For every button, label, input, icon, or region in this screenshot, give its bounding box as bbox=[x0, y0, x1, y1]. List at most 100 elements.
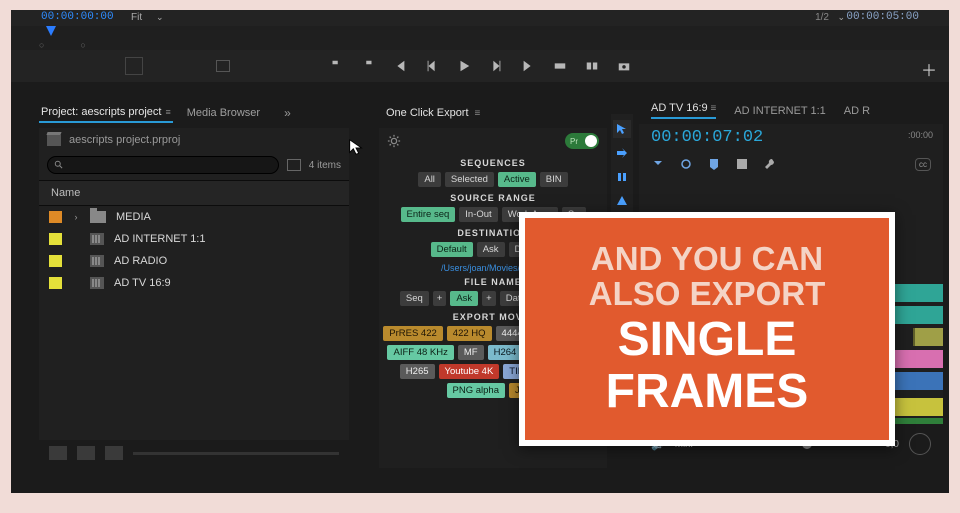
export-frame-button[interactable] bbox=[616, 58, 632, 74]
track-select-tool[interactable] bbox=[613, 144, 631, 162]
overlay-line1a: AND YOU CAN bbox=[591, 242, 823, 277]
timeline-tab[interactable]: AD R bbox=[844, 105, 870, 117]
option-pill[interactable]: MF bbox=[458, 345, 484, 360]
resolution-caret-icon[interactable]: ⌄ bbox=[837, 12, 845, 23]
tab-media-browser[interactable]: Media Browser bbox=[185, 104, 262, 122]
timeline-clip[interactable] bbox=[913, 328, 943, 346]
step-forward-button[interactable] bbox=[488, 58, 504, 74]
row-label: MEDIA bbox=[116, 211, 151, 223]
label-color-chip bbox=[49, 233, 62, 245]
timeline-tabs: AD TV 16:9 ≡ AD INTERNET 1:1 AD R bbox=[651, 102, 870, 119]
ruler-ticks: ○○ bbox=[39, 40, 122, 50]
tab-project[interactable]: Project: aescripts project≡ bbox=[39, 103, 173, 123]
captions-badge[interactable]: cc bbox=[915, 158, 931, 171]
marker-icon[interactable] bbox=[216, 60, 230, 72]
sequence-icon bbox=[90, 277, 104, 289]
project-row[interactable]: AD TV 16:9 bbox=[39, 272, 349, 294]
chevron-down-icon: ≡ bbox=[165, 107, 170, 117]
timeline-ruler-mark: :00:00 bbox=[908, 130, 933, 140]
ripple-tool[interactable] bbox=[613, 168, 631, 186]
host-toggle[interactable]: Pr bbox=[565, 133, 599, 149]
option-pill[interactable]: Default bbox=[431, 242, 473, 257]
play-button[interactable] bbox=[456, 58, 472, 74]
option-pill[interactable]: AIFF 48 KHz bbox=[387, 345, 453, 360]
label-color-chip bbox=[49, 255, 62, 267]
extract-button[interactable] bbox=[584, 58, 600, 74]
project-row[interactable]: AD RADIO bbox=[39, 250, 349, 272]
item-count: 4 items bbox=[309, 160, 341, 171]
option-pill[interactable]: Seq bbox=[400, 291, 429, 306]
search-input[interactable] bbox=[47, 156, 279, 174]
wrench-icon[interactable] bbox=[763, 157, 777, 171]
overlay-line1b: ALSO EXPORT bbox=[589, 277, 826, 312]
go-to-out-button[interactable] bbox=[520, 58, 536, 74]
project-row[interactable]: AD INTERNET 1:1 bbox=[39, 228, 349, 250]
mark-in-button[interactable] bbox=[328, 58, 344, 74]
timeline-tab[interactable]: AD INTERNET 1:1 bbox=[734, 105, 826, 117]
plus-separator: + bbox=[433, 291, 447, 306]
panel-menu-icon[interactable]: ≡ bbox=[708, 103, 717, 114]
option-pill[interactable]: Active bbox=[498, 172, 536, 187]
option-pill[interactable]: PNG alpha bbox=[447, 383, 505, 398]
option-pill[interactable]: In-Out bbox=[459, 207, 497, 222]
option-pill[interactable]: H265 bbox=[400, 364, 435, 379]
panel-menu-icon[interactable]: ≡ bbox=[475, 108, 481, 119]
label-color-chip bbox=[49, 277, 62, 289]
monitor-ruler[interactable]: ○○ bbox=[11, 26, 949, 50]
marker-panel-icon[interactable] bbox=[707, 157, 721, 171]
step-back-button[interactable] bbox=[424, 58, 440, 74]
column-header-name[interactable]: Name bbox=[39, 180, 349, 206]
list-view-button[interactable] bbox=[49, 446, 67, 460]
timeline-tab[interactable]: AD TV 16:9 ≡ bbox=[651, 102, 716, 119]
snap-icon[interactable] bbox=[651, 157, 665, 171]
lift-button[interactable] bbox=[552, 58, 568, 74]
option-pill[interactable]: Ask bbox=[450, 291, 478, 306]
tab-one-click-export[interactable]: One Click Export≡ bbox=[386, 102, 480, 124]
row-label: AD TV 16:9 bbox=[114, 277, 171, 289]
go-to-in-button[interactable] bbox=[392, 58, 408, 74]
sequence-icon bbox=[90, 233, 104, 245]
mark-out-button[interactable] bbox=[360, 58, 376, 74]
button-editor-plus-icon[interactable]: ＋ bbox=[921, 57, 937, 81]
project-icon bbox=[47, 135, 61, 146]
playhead-icon[interactable] bbox=[46, 26, 56, 36]
freeform-view-button[interactable] bbox=[105, 446, 123, 460]
zoom-slider[interactable] bbox=[133, 452, 339, 455]
section-title: SEQUENCES bbox=[379, 158, 607, 168]
program-timecode-out[interactable]: 00:00:05:00 bbox=[846, 11, 919, 23]
program-timecode-in[interactable]: 00:00:00:00 bbox=[41, 11, 114, 23]
option-pill[interactable]: Youtube 4K bbox=[439, 364, 500, 379]
add-marker-button[interactable] bbox=[125, 57, 143, 75]
project-row[interactable]: › MEDIA bbox=[39, 206, 349, 228]
settings-icon[interactable] bbox=[735, 157, 749, 171]
option-pill[interactable]: 422 HQ bbox=[447, 326, 492, 341]
pill-row: All Selected Active BIN bbox=[379, 172, 607, 187]
section-title: SOURCE RANGE bbox=[379, 193, 607, 203]
option-pill[interactable]: Entire seq bbox=[401, 207, 456, 222]
zoom-fit-label[interactable]: Fit bbox=[131, 12, 142, 23]
option-pill[interactable]: All bbox=[418, 172, 441, 187]
selection-tool[interactable] bbox=[613, 120, 631, 138]
expand-icon[interactable]: › bbox=[72, 212, 80, 222]
mouse-cursor-icon bbox=[347, 138, 365, 156]
razor-tool[interactable] bbox=[613, 192, 631, 210]
new-bin-icon[interactable] bbox=[287, 159, 301, 171]
zoom-caret-icon[interactable]: ⌄ bbox=[156, 12, 164, 23]
timeline-timecode[interactable]: 00:00:07:02 bbox=[651, 128, 763, 147]
timeline-header-icons: cc bbox=[639, 151, 943, 177]
overflow-icon[interactable]: » bbox=[284, 106, 291, 120]
linked-selection-icon[interactable] bbox=[679, 157, 693, 171]
option-pill[interactable]: PrRES 422 bbox=[383, 326, 443, 341]
transport-bar: ＋ bbox=[11, 50, 949, 82]
project-file-name: aescripts project.prproj bbox=[69, 134, 180, 146]
resolution-label[interactable]: 1/2 bbox=[815, 12, 829, 23]
gear-icon[interactable] bbox=[387, 134, 401, 148]
option-pill[interactable]: Ask bbox=[477, 242, 505, 257]
project-rows: › MEDIA AD INTERNET 1:1AD RADIO AD TV 16:9 bbox=[39, 206, 349, 294]
icon-view-button[interactable] bbox=[77, 446, 95, 460]
option-pill[interactable]: BIN bbox=[540, 172, 568, 187]
overlay-line2a: SINGLE bbox=[618, 316, 797, 364]
mix-knob[interactable] bbox=[909, 433, 931, 455]
option-pill[interactable]: Selected bbox=[445, 172, 494, 187]
premiere-window: 00:00:00:00 Fit ⌄ 1/2 ⌄ 00:00:05:00 ○○ ＋… bbox=[11, 10, 949, 493]
